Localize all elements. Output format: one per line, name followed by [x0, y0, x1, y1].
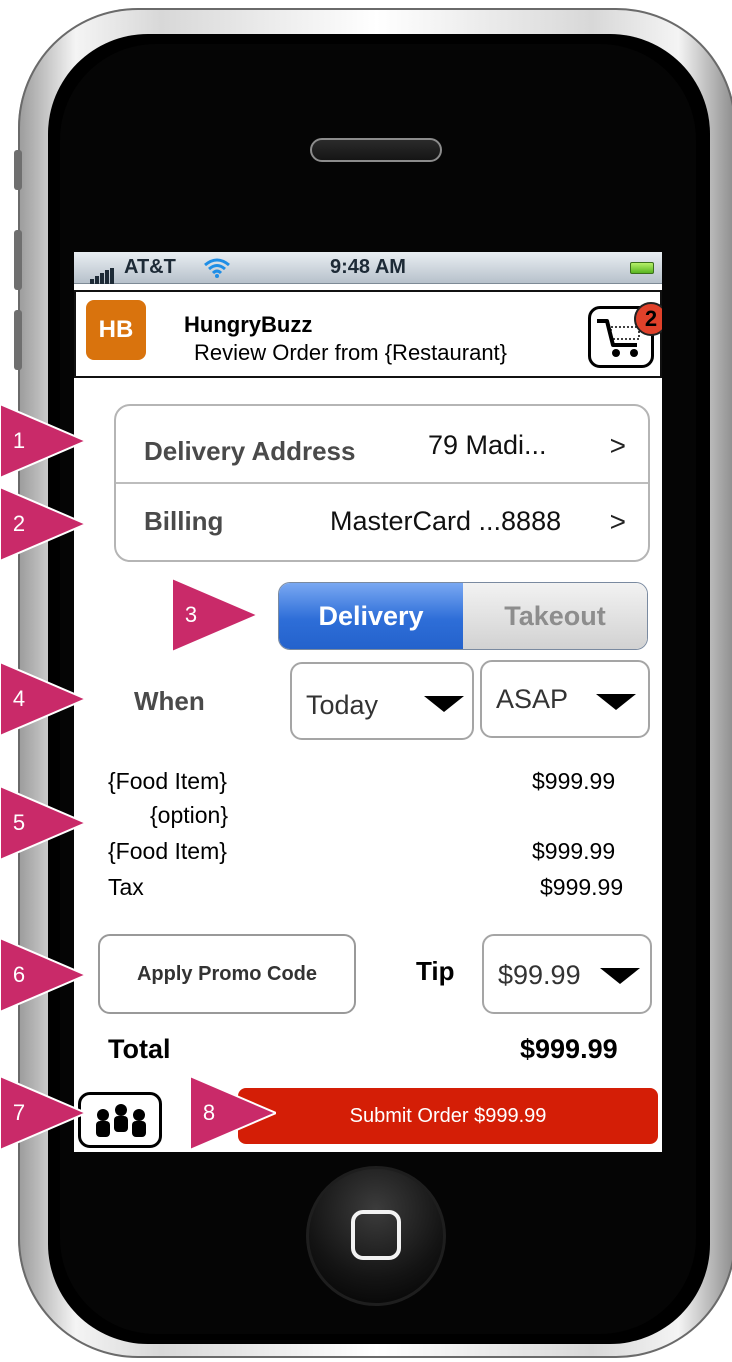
tax-value: $999.99 [540, 874, 624, 900]
time-select[interactable]: ASAP [480, 660, 650, 738]
delivery-address-label: Delivery Address [144, 436, 356, 466]
carrier-name: AT&T [124, 256, 176, 278]
delivery-segment[interactable]: Delivery [279, 583, 463, 649]
time-select-value: ASAP [496, 684, 569, 714]
battery-icon [630, 262, 654, 274]
annotation-marker-1: 1 [0, 404, 86, 478]
address-billing-group: Delivery Address 79 Madi... > Billing Ma… [114, 404, 650, 562]
signal-strength-icon [90, 261, 115, 284]
screen: AT&T 9:48 AM HB HungryBuzz Review Order … [74, 252, 662, 1152]
submit-order-button[interactable]: Submit Order $999.99 [238, 1088, 658, 1144]
annotation-marker-6: 6 [0, 938, 86, 1012]
app-name: HungryBuzz [184, 312, 313, 337]
day-select-value: Today [306, 690, 379, 720]
line-item-price: $999.99 [532, 838, 616, 864]
order-type-segmented-control: Delivery Takeout [278, 582, 648, 650]
line-item-name: {Food Item} [108, 838, 227, 864]
earpiece-speaker [310, 138, 442, 162]
total-value: $999.99 [520, 1034, 618, 1064]
line-item-name: {Food Item} [108, 768, 227, 794]
annotation-number: 1 [12, 428, 26, 453]
wifi-icon [204, 258, 230, 278]
mute-switch [14, 150, 22, 190]
app-header: HB HungryBuzz Review Order from {Restaur… [74, 290, 662, 378]
tip-select-chevron-down-icon [600, 968, 640, 984]
tip-label: Tip [416, 956, 455, 986]
line-item-price: $999.99 [532, 768, 616, 794]
apply-promo-code-button[interactable]: Apply Promo Code [98, 934, 356, 1014]
annotation-marker-5: 5 [0, 786, 86, 860]
tip-select[interactable]: $99.99 [482, 934, 652, 1014]
annotation-number: 3 [184, 602, 198, 627]
annotation-marker-4: 4 [0, 662, 86, 736]
delivery-address-chevron-icon: > [609, 430, 626, 461]
day-select[interactable]: Today [290, 662, 474, 740]
volume-down-button [14, 310, 22, 370]
people-icon [96, 1104, 146, 1137]
billing-value: MasterCard ...8888 [330, 506, 562, 536]
annotation-number: 8 [202, 1100, 216, 1125]
delivery-address-row[interactable]: Delivery Address 79 Madi... > [116, 406, 648, 484]
total-label: Total [108, 1034, 171, 1064]
annotation-number: 6 [12, 962, 26, 987]
annotation-number: 5 [12, 810, 26, 835]
annotation-number: 2 [12, 511, 26, 536]
annotation-number: 7 [12, 1100, 26, 1125]
annotation-marker-7: 7 [0, 1076, 86, 1150]
takeout-segment[interactable]: Takeout [463, 583, 647, 649]
annotation-marker-8: 8 [190, 1076, 276, 1150]
status-time: 9:48 AM [330, 256, 406, 278]
delivery-address-value: 79 Madi... [428, 430, 547, 460]
group-order-button[interactable] [78, 1092, 162, 1148]
annotation-marker-2: 2 [0, 487, 86, 561]
annotation-number: 4 [12, 686, 26, 711]
home-button-icon [351, 1210, 401, 1260]
billing-label: Billing [144, 506, 224, 536]
volume-up-button [14, 230, 22, 290]
tip-select-value: $99.99 [498, 960, 581, 990]
time-select-chevron-down-icon [596, 694, 636, 710]
line-item-option: {option} [150, 802, 229, 828]
billing-row[interactable]: Billing MasterCard ...8888 > [116, 484, 648, 562]
day-select-chevron-down-icon [424, 696, 464, 712]
cart-count-badge: 2 [634, 302, 662, 336]
tax-label: Tax [108, 874, 144, 900]
billing-chevron-icon: > [609, 506, 626, 537]
annotation-marker-3: 3 [172, 578, 258, 652]
page-subtitle: Review Order from {Restaurant} [194, 340, 508, 365]
status-bar: AT&T 9:48 AM [74, 252, 662, 284]
when-label: When [134, 686, 205, 716]
app-logo: HB [86, 300, 146, 360]
